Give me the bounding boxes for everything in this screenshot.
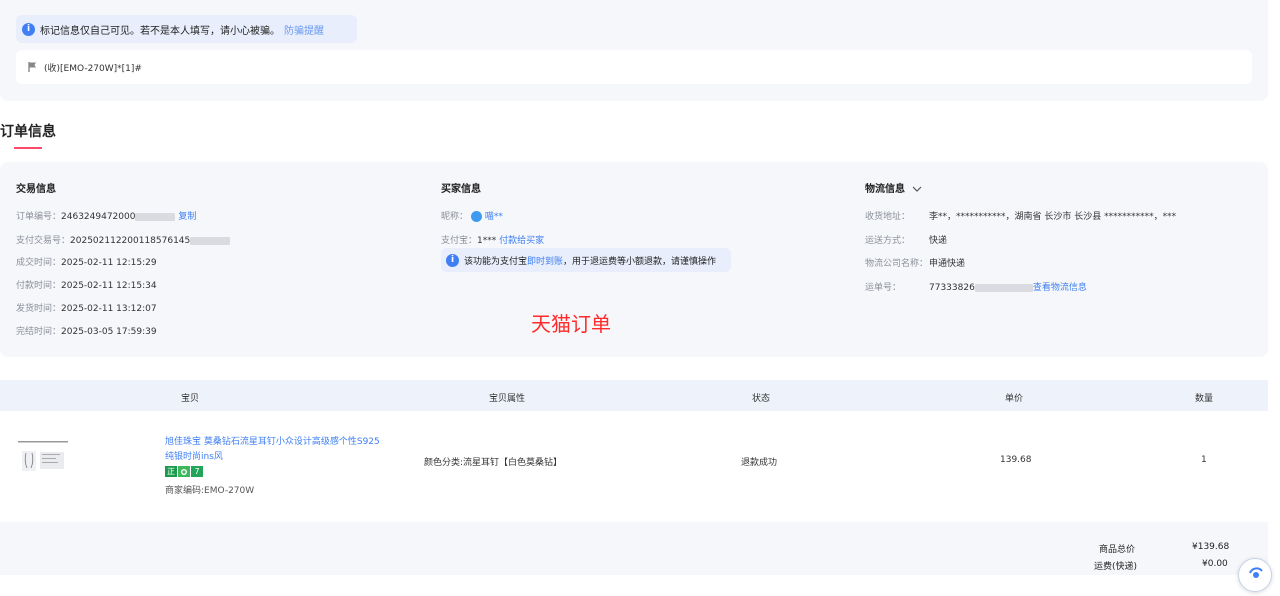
logistics-info-title[interactable]: 物流信息 [865,180,922,195]
nick-row: 昵称： 喵** [441,209,503,222]
tmall-order-label: 天猫订单 [531,312,611,336]
alipay-label: 支付宝： [441,236,478,246]
tracking-value: 77333826 [929,283,975,293]
buyer-info-title: 买家信息 [441,184,481,195]
product-thumbnail[interactable] [16,439,72,479]
finish-time-value: 2025-03-05 17:59:39 [61,327,157,337]
col-header-qty: 数量 [1195,394,1214,404]
alipay-value: 1*** [477,236,497,246]
company-row: 物流公司名称：申通快递 [865,256,965,269]
masked-value [190,236,231,245]
address-row: 收货地址： 李**，***********，湖南省 长沙市 长沙县 *******… [865,209,1176,222]
company-label: 物流公司名称： [865,259,929,269]
col-header-status: 状态 [752,394,771,404]
total-value: ¥139.68 [1192,542,1230,552]
copy-link[interactable]: 复制 [178,212,196,222]
tag-badge-icon [178,466,190,477]
page-title: 订单信息 [0,124,56,140]
order-info-panel: 交易信息 订单编号：2463249472000 复制 支付交易号：2025021… [0,162,1268,357]
table-row: 旭佳珠宝 莫桑钻石流星耳钉小众设计高级感个性S925纯银时尚ins风 正 7 商… [0,411,1268,522]
trade-info-title: 交易信息 [16,184,56,195]
order-no-label: 订单编号： [16,212,62,222]
pay-no-row: 支付交易号：202502112200118576145 [16,233,231,246]
ship-time-value: 2025-02-11 13:12:07 [61,304,157,314]
order-no-row: 订单编号：2463249472000 复制 [16,209,196,222]
fraud-notice: i 标记信息仅自己可见。若不是本人填写，请小心被骗。 防骗提醒 [16,15,357,43]
pay-tip: i 该功能为支付宝 即时到账 ，用于退运费等小额退款，请谨慎操作 [441,248,731,272]
nick-value[interactable]: 喵** [485,212,503,222]
quantity: 1 [1201,455,1207,465]
pay-no-label: 支付交易号： [16,236,71,246]
view-logistics-link[interactable]: 查看物流信息 [1033,283,1087,293]
product-title-link[interactable]: 旭佳珠宝 莫桑钻石流星耳钉小众设计高级感个性S925纯银时尚ins风 [165,435,385,465]
ship-method-row: 运送方式： 快递 [865,233,947,246]
floating-help-button[interactable] [1238,558,1272,592]
product-image-icon [16,439,72,479]
col-header-price: 单价 [1005,394,1024,404]
fraud-notice-text: 标记信息仅自己可见。若不是本人填写，请小心被骗。 [40,25,280,37]
ship-method-label: 运送方式： [865,236,911,246]
col-header-attr: 宝贝属性 [489,394,526,404]
total-label: 商品总价 [1099,545,1136,555]
chevron-down-icon[interactable] [912,185,922,193]
deal-time-row: 成交时间：2025-02-11 12:15:29 [16,255,157,268]
nick-label: 昵称： [441,212,469,222]
items-table-header: 宝贝 宝贝属性 状态 单价 数量 [0,380,1268,411]
masked-value [135,212,176,221]
avatar-icon [470,211,482,222]
finish-time-label: 完结时间： [16,327,62,337]
pay-tip-suffix: ，用于退运费等小额退款，请谨慎操作 [563,256,717,267]
unit-price: 139.68 [1000,455,1032,465]
col-header-item: 宝贝 [181,394,200,404]
company-value: 申通快递 [929,259,966,269]
merchant-code: 商家编码:EMO-270W [165,486,255,496]
pay-time-label: 付款时间： [16,281,62,291]
pay-buyer-link[interactable]: 付款给买家 [499,236,544,246]
freight-label: 运费(快递) [1094,562,1138,572]
remark-panel: i 标记信息仅自己可见。若不是本人填写，请小心被骗。 防骗提醒 (收)[EMO-… [0,0,1268,101]
pay-no-value: 202502112200118576145 [70,236,191,246]
badge-icon [181,468,187,475]
address-label: 收货地址： [865,212,911,222]
ship-time-label: 发货时间： [16,304,62,314]
pay-time-value: 2025-02-11 12:15:34 [61,281,157,291]
deal-time-value: 2025-02-11 12:15:29 [61,258,157,268]
pay-time-row: 付款时间：2025-02-11 12:15:34 [16,278,157,291]
tracking-row: 运单号： 77333826 查看物流信息 [865,280,1087,293]
refund-status-link[interactable]: 退款成功 [741,455,777,468]
flag-icon [28,62,36,72]
tag-seven-day: 7 [191,466,203,477]
memo-text: (收)[EMO-270W]*[1]# [44,63,142,74]
ship-method-value: 快递 [929,236,948,246]
pay-tip-prefix: 该功能为支付宝 [464,256,528,267]
tracking-label: 运单号： [865,283,902,293]
product-tags: 正 7 [165,466,203,477]
info-icon: i [446,253,459,267]
info-icon: i [22,22,35,36]
finish-time-row: 完结时间：2025-03-05 17:59:39 [16,324,157,337]
memo-box[interactable]: (收)[EMO-270W]*[1]# [16,50,1252,84]
logistics-title-text: 物流信息 [865,184,905,195]
product-attr: 颜色分类:流星耳钉【白色莫桑钻】 [424,458,563,468]
help-icon [1249,567,1263,578]
address-value: 李**，***********，湖南省 长沙市 长沙县 ***********，… [929,212,1177,222]
alipay-row: 支付宝：1*** 付款给买家 [441,233,544,246]
fraud-warning-link[interactable]: 防骗提醒 [284,22,324,37]
freight-value: ¥0.00 [1202,559,1228,569]
price-summary: 商品总价 ¥139.68 运费(快递) ¥0.00 [0,522,1268,575]
title-underline [14,147,42,149]
order-no-value: 2463249472000 [61,212,136,222]
deal-time-label: 成交时间： [16,258,62,268]
ship-time-row: 发货时间：2025-02-11 13:12:07 [16,301,157,314]
masked-value [974,283,1033,292]
tag-genuine: 正 [165,466,177,477]
instant-transfer-link[interactable]: 即时到账 [527,254,563,267]
